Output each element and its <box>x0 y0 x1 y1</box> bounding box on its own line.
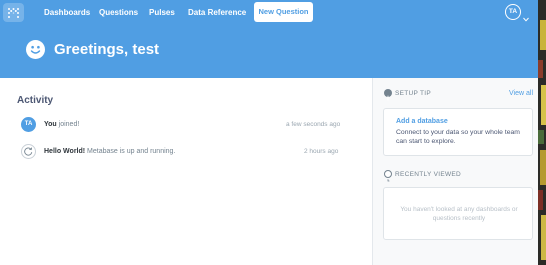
activity-heading: Activity <box>17 95 54 106</box>
setup-tip-heading: SETUP TIP <box>395 90 432 97</box>
nav-questions[interactable]: Questions <box>99 7 138 19</box>
activity-text: Metabase is up and running. <box>87 148 176 155</box>
smiley-icon <box>26 40 45 59</box>
user-avatar[interactable]: TA <box>505 4 521 20</box>
activity-time: 2 hours ago <box>304 148 339 155</box>
activity-item-joined: You joined! <box>44 120 79 130</box>
nav-data-reference[interactable]: Data Reference <box>188 7 246 19</box>
setup-tip-body: Connect to your data so your whole team … <box>396 129 520 145</box>
view-all-link[interactable]: View all <box>509 89 533 98</box>
clock-icon <box>384 170 392 182</box>
divider <box>372 78 373 265</box>
refresh-icon <box>21 144 36 159</box>
top-nav: Dashboards Questions Pulses Data Referen… <box>0 0 538 78</box>
recently-viewed-heading: RECENTLY VIEWED <box>395 171 462 178</box>
app-window: Dashboards Questions Pulses Data Referen… <box>0 0 546 265</box>
add-database-link[interactable]: Add a database <box>396 117 448 126</box>
greeting-heading: Greetings, test <box>54 41 160 58</box>
activity-actor: You <box>44 121 57 128</box>
activity-item-hello: Hello World! Metabase is up and running. <box>44 147 175 157</box>
activity-user-avatar: TA <box>21 117 36 132</box>
activity-actor: Hello World! <box>44 148 86 155</box>
activity-time: a few seconds ago <box>286 121 341 128</box>
recently-viewed-empty: You haven't looked at any dashboards or … <box>400 206 518 222</box>
nav-pulses[interactable]: Pulses <box>149 7 175 19</box>
activity-text: joined! <box>58 121 80 128</box>
new-question-button[interactable]: New Question <box>254 2 313 22</box>
metabase-logo-icon[interactable] <box>3 3 24 22</box>
background-artwork <box>538 0 546 265</box>
chevron-down-icon[interactable] <box>523 9 529 27</box>
info-icon <box>384 89 392 101</box>
recently-viewed-card: You haven't looked at any dashboards or … <box>383 187 533 240</box>
setup-tip-card: Add a database Connect to your data so y… <box>383 108 533 156</box>
nav-dashboards[interactable]: Dashboards <box>44 7 90 19</box>
